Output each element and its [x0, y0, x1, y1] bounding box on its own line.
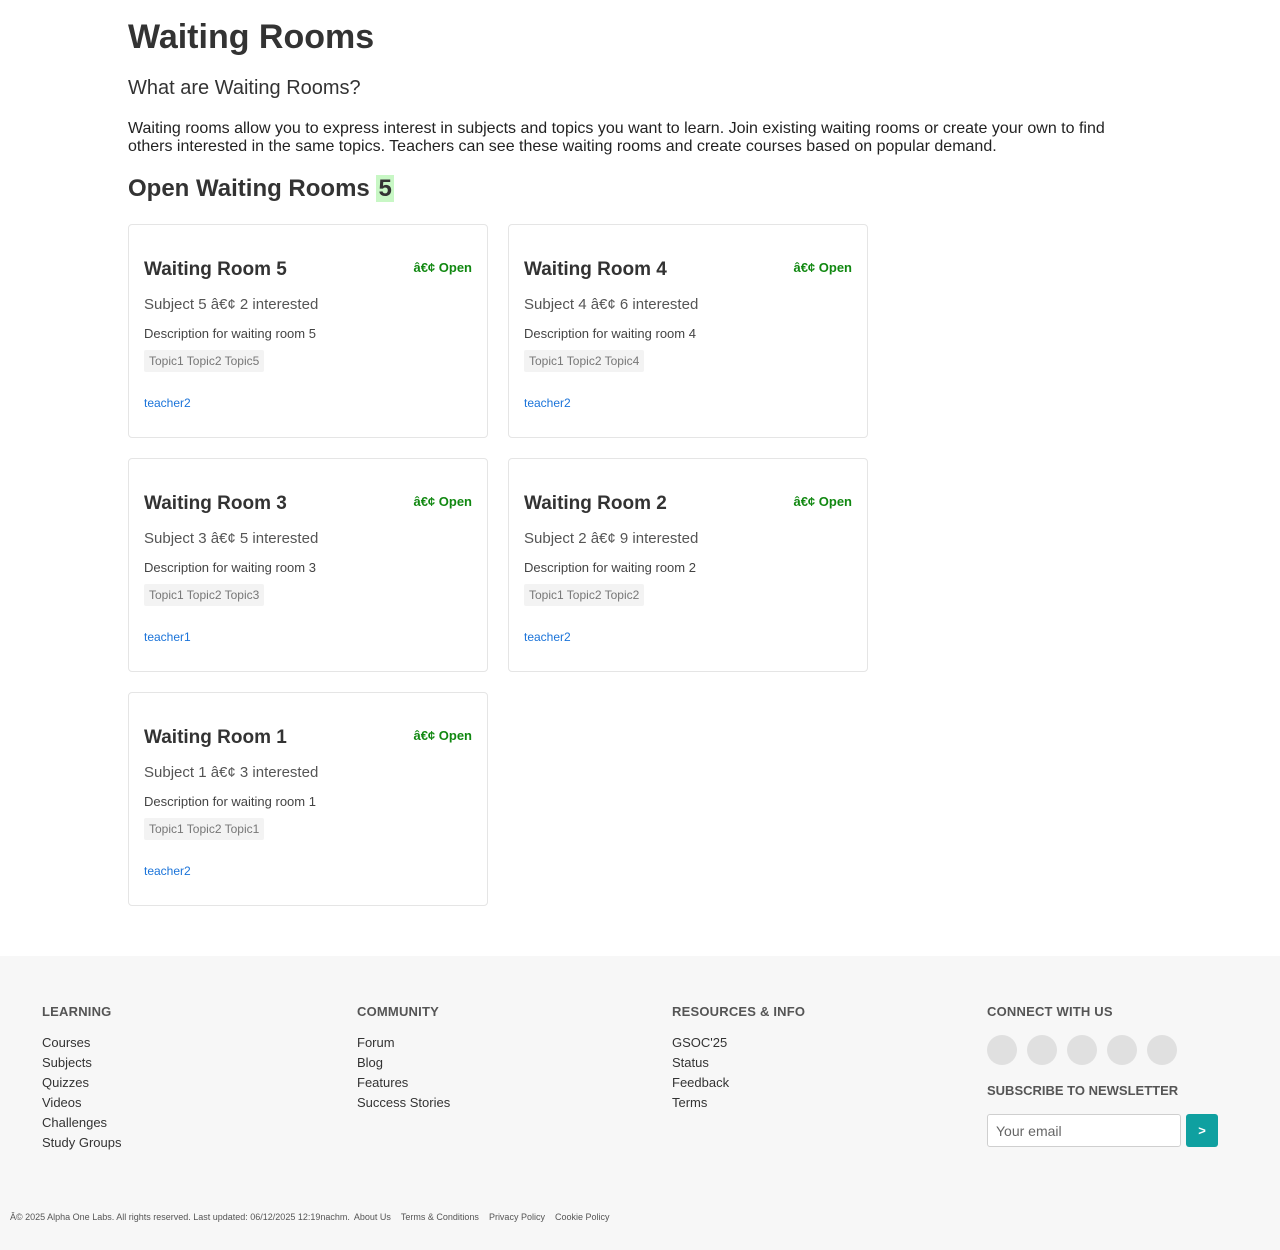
waiting-room-card[interactable]: Waiting Room 5 â€¢ Open Subject 5 â€¢ 2 …: [128, 224, 488, 438]
copyright-text: Â© 2025 Alpha One Labs. All rights reser…: [10, 1212, 350, 1222]
footer-link-features[interactable]: Features: [357, 1075, 408, 1090]
open-rooms-heading-label: Open Waiting Rooms: [128, 175, 370, 202]
footer-link-item: Blog: [357, 1055, 450, 1075]
footer-link-feedback[interactable]: Feedback: [672, 1075, 729, 1090]
room-description: Description for waiting room 3: [144, 560, 316, 575]
footer-link-item: Quizzes: [42, 1075, 122, 1095]
room-topics: Topic1 Topic2 Topic1: [144, 818, 265, 840]
teacher-link[interactable]: teacher2: [144, 864, 191, 878]
status-badge: â€¢ Open: [413, 494, 472, 509]
copyright-bar: Â© 2025 Alpha One Labs. All rights reser…: [10, 1212, 609, 1222]
room-meta: Subject 3 â€¢ 5 interested: [144, 530, 319, 547]
teacher-link[interactable]: teacher2: [144, 396, 191, 410]
footer-link-item: Status: [672, 1055, 805, 1075]
room-meta: Subject 4 â€¢ 6 interested: [524, 296, 699, 313]
status-badge: â€¢ Open: [413, 728, 472, 743]
footer-link-study-groups[interactable]: Study Groups: [42, 1135, 122, 1150]
open-rooms-heading: Open Waiting Rooms 5: [128, 175, 394, 203]
social-icon[interactable]: [1147, 1035, 1177, 1065]
footer-link-subjects[interactable]: Subjects: [42, 1055, 92, 1070]
footer-link-item: Videos: [42, 1095, 122, 1115]
footer-heading-connect: CONNECT WITH US: [987, 1004, 1113, 1019]
teacher-link[interactable]: teacher2: [524, 396, 571, 410]
newsletter-form: >: [987, 1114, 1218, 1147]
room-description: Description for waiting room 5: [144, 326, 316, 341]
waiting-room-card[interactable]: Waiting Room 1 â€¢ Open Subject 1 â€¢ 3 …: [128, 692, 488, 906]
footer-link-item: Terms: [672, 1095, 805, 1115]
subscribe-button[interactable]: >: [1186, 1114, 1218, 1147]
footer-legal-privacy-policy[interactable]: Privacy Policy: [489, 1212, 545, 1222]
room-description: Description for waiting room 4: [524, 326, 696, 341]
site-footer: LEARNING Courses Subjects Quizzes Videos…: [0, 956, 1280, 1250]
what-heading: What are Waiting Rooms?: [128, 77, 361, 99]
room-title[interactable]: Waiting Room 5: [144, 259, 287, 281]
footer-legal-terms-conditions[interactable]: Terms & Conditions: [401, 1212, 479, 1222]
footer-link-item: Success Stories: [357, 1095, 450, 1115]
footer-link-item: Feedback: [672, 1075, 805, 1095]
footer-link-blog[interactable]: Blog: [357, 1055, 383, 1070]
footer-heading-community: COMMUNITY: [357, 1004, 439, 1019]
room-topics: Topic1 Topic2 Topic4: [524, 350, 645, 372]
footer-link-status[interactable]: Status: [672, 1055, 709, 1070]
footer-links-learning: Courses Subjects Quizzes Videos Challeng…: [42, 1035, 122, 1155]
social-icons: [987, 1035, 1218, 1065]
footer-legal-about-us[interactable]: About Us: [354, 1212, 391, 1222]
room-title[interactable]: Waiting Room 2: [524, 493, 667, 515]
intro-paragraph: Waiting rooms allow you to express inter…: [128, 120, 1105, 155]
footer-resources-column: RESOURCES & INFO GSOC'25 Status Feedback…: [672, 1004, 805, 1115]
footer-link-gsoc[interactable]: GSOC'25: [672, 1035, 727, 1050]
room-topics: Topic1 Topic2 Topic2: [524, 584, 645, 606]
social-icon[interactable]: [1027, 1035, 1057, 1065]
footer-connect-column: CONNECT WITH US SUBSCRIBE TO NEWSLETTER …: [987, 1004, 1218, 1147]
room-meta: Subject 5 â€¢ 2 interested: [144, 296, 319, 313]
room-meta: Subject 2 â€¢ 9 interested: [524, 530, 699, 547]
room-title[interactable]: Waiting Room 4: [524, 259, 667, 281]
footer-link-item: GSOC'25: [672, 1035, 805, 1055]
social-icon[interactable]: [1067, 1035, 1097, 1065]
footer-link-item: Courses: [42, 1035, 122, 1055]
footer-link-quizzes[interactable]: Quizzes: [42, 1075, 89, 1090]
teacher-link[interactable]: teacher2: [524, 630, 571, 644]
footer-link-forum[interactable]: Forum: [357, 1035, 395, 1050]
room-topics: Topic1 Topic2 Topic3: [144, 584, 265, 606]
newsletter-heading: SUBSCRIBE TO NEWSLETTER: [987, 1083, 1179, 1098]
room-topics: Topic1 Topic2 Topic5: [144, 350, 265, 372]
footer-link-item: Features: [357, 1075, 450, 1095]
footer-link-challenges[interactable]: Challenges: [42, 1115, 107, 1130]
footer-link-success-stories[interactable]: Success Stories: [357, 1095, 450, 1110]
social-icon[interactable]: [987, 1035, 1017, 1065]
footer-link-videos[interactable]: Videos: [42, 1095, 82, 1110]
status-badge: â€¢ Open: [793, 260, 852, 275]
waiting-room-card[interactable]: Waiting Room 4 â€¢ Open Subject 4 â€¢ 6 …: [508, 224, 868, 438]
footer-link-courses[interactable]: Courses: [42, 1035, 90, 1050]
footer-community-column: COMMUNITY Forum Blog Features Success St…: [357, 1004, 450, 1115]
newsletter-email-input[interactable]: [987, 1114, 1181, 1147]
room-description: Description for waiting room 1: [144, 794, 316, 809]
room-title[interactable]: Waiting Room 1: [144, 727, 287, 749]
waiting-room-grid: Waiting Room 5 â€¢ Open Subject 5 â€¢ 2 …: [128, 224, 888, 906]
status-badge: â€¢ Open: [413, 260, 472, 275]
room-description: Description for waiting room 2: [524, 560, 696, 575]
footer-heading-resources: RESOURCES & INFO: [672, 1004, 806, 1019]
footer-link-terms[interactable]: Terms: [672, 1095, 707, 1110]
waiting-room-card[interactable]: Waiting Room 2 â€¢ Open Subject 2 â€¢ 9 …: [508, 458, 868, 672]
page-title: Waiting Rooms: [128, 18, 375, 56]
footer-learning-column: LEARNING Courses Subjects Quizzes Videos…: [42, 1004, 122, 1155]
waiting-room-card[interactable]: Waiting Room 3 â€¢ Open Subject 3 â€¢ 5 …: [128, 458, 488, 672]
footer-link-item: Forum: [357, 1035, 450, 1055]
footer-link-item: Challenges: [42, 1115, 122, 1135]
footer-legal-cookie-policy[interactable]: Cookie Policy: [555, 1212, 610, 1222]
teacher-link[interactable]: teacher1: [144, 630, 191, 644]
footer-link-item: Subjects: [42, 1055, 122, 1075]
social-icon[interactable]: [1107, 1035, 1137, 1065]
footer-link-item: Study Groups: [42, 1135, 122, 1155]
footer-links-community: Forum Blog Features Success Stories: [357, 1035, 450, 1115]
open-rooms-count: 5: [376, 175, 394, 202]
footer-links-resources: GSOC'25 Status Feedback Terms: [672, 1035, 805, 1115]
room-title[interactable]: Waiting Room 3: [144, 493, 287, 515]
footer-heading-learning: LEARNING: [42, 1004, 112, 1019]
room-meta: Subject 1 â€¢ 3 interested: [144, 764, 319, 781]
status-badge: â€¢ Open: [793, 494, 852, 509]
